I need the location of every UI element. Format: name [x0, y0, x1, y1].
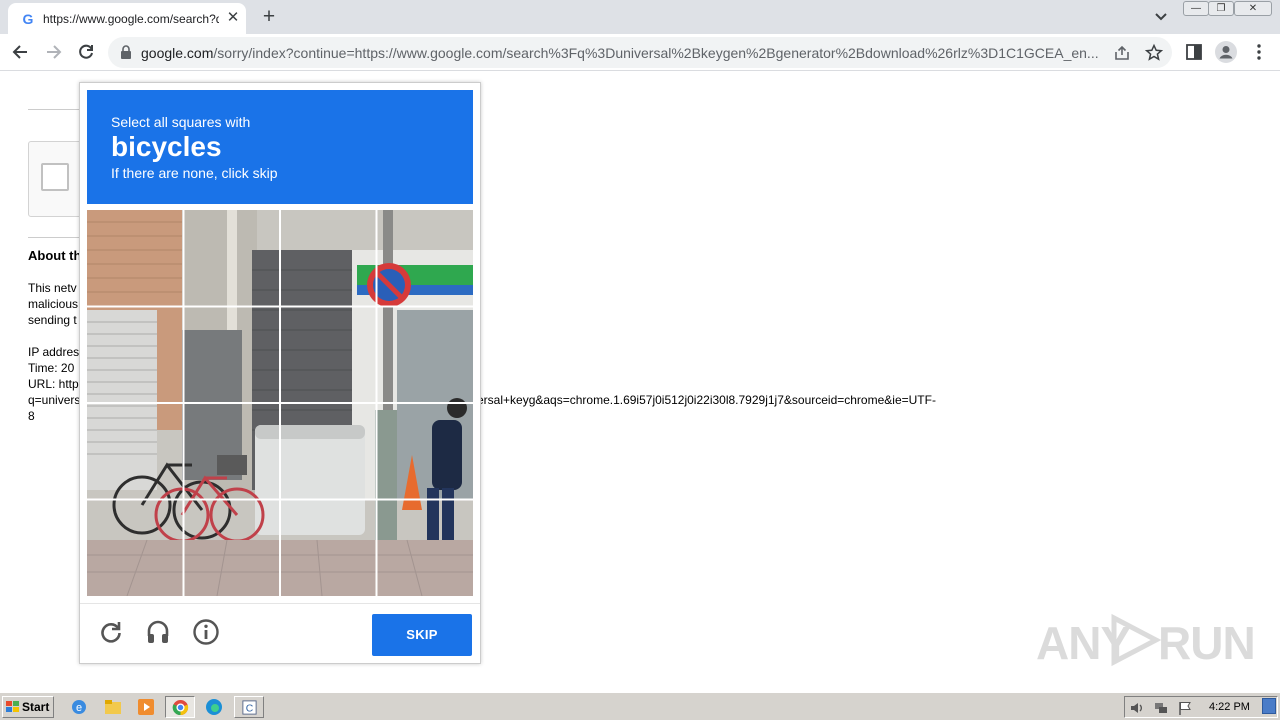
recaptcha-challenge-dialog: Select all squares with bicycles If ther… — [79, 82, 481, 664]
reload-page-icon[interactable] — [76, 42, 96, 62]
chrome-icon — [172, 699, 189, 716]
grid-tile-1-4[interactable] — [377, 210, 473, 306]
url-line-end: 8 — [28, 409, 35, 423]
svg-text:e: e — [76, 702, 82, 714]
back-arrow-icon[interactable] — [11, 42, 31, 62]
reload-icon[interactable] — [97, 618, 125, 646]
tab-search-chevron-icon[interactable] — [1152, 8, 1170, 26]
svg-text:C: C — [246, 703, 254, 714]
ip-address-line: IP addres — [28, 345, 80, 359]
new-tab-button[interactable]: + — [258, 6, 280, 28]
network-icon[interactable] — [1153, 700, 1169, 716]
windows-taskbar: Start e C 4:22 PM — [0, 692, 1280, 720]
grid-tile-2-4[interactable] — [377, 307, 473, 403]
grid-tile-3-4[interactable] — [377, 404, 473, 500]
close-window-button[interactable]: ✕ — [1234, 1, 1272, 16]
profile-avatar-icon[interactable] — [1215, 41, 1237, 63]
time-line: Time: 20 — [28, 361, 75, 375]
grid-tile-1-2[interactable] — [184, 210, 280, 306]
grid-tile-2-1[interactable] — [87, 307, 183, 403]
tab-title: https://www.google.com/search?q= — [43, 12, 219, 26]
grid-tile-3-3[interactable] — [281, 404, 377, 500]
windows-logo-icon — [6, 701, 19, 712]
url-line-continued: q=univers — [28, 393, 81, 407]
file-explorer-icon[interactable] — [104, 698, 122, 716]
edge-icon[interactable] — [205, 698, 223, 716]
grid-tile-3-2[interactable] — [184, 404, 280, 500]
volume-icon[interactable] — [1129, 700, 1145, 716]
lock-icon[interactable] — [120, 45, 132, 59]
grid-tile-2-2[interactable] — [184, 307, 280, 403]
challenge-image-grid — [87, 210, 473, 596]
info-icon[interactable] — [192, 618, 220, 646]
skip-hint-text: If there are none, click skip — [111, 165, 278, 181]
skip-button[interactable]: SKIP — [372, 614, 472, 656]
media-player-icon[interactable] — [137, 698, 155, 716]
about-line: This netv — [28, 281, 77, 295]
action-center-flag-icon[interactable] — [1177, 700, 1193, 716]
grid-tile-4-3[interactable] — [281, 500, 377, 596]
headphones-icon[interactable] — [144, 618, 172, 646]
share-icon[interactable] — [1113, 44, 1131, 62]
target-object-text: bicycles — [111, 131, 222, 162]
start-label: Start — [22, 700, 50, 714]
browser-toolbar: google.com/sorry/index?continue=https://… — [0, 34, 1280, 71]
system-clock[interactable]: 4:22 PM — [1209, 700, 1250, 714]
grid-tile-1-1[interactable] — [87, 210, 183, 306]
challenge-instructions: Select all squares with bicycles If ther… — [87, 90, 473, 204]
address-url[interactable]: google.com/sorry/index?continue=https://… — [141, 44, 1116, 62]
show-desktop-button[interactable] — [1262, 698, 1276, 714]
system-tray: 4:22 PM — [1124, 696, 1278, 718]
url-line: URL: http — [28, 377, 79, 391]
grid-tile-2-3[interactable] — [281, 307, 377, 403]
browser-tab[interactable]: G https://www.google.com/search?q= ✕ — [8, 3, 246, 34]
taskbar-app[interactable]: C — [234, 696, 264, 718]
minimize-window-button[interactable]: — — [1183, 1, 1209, 16]
url-line-continued-end: ersal+keyg&aqs=chrome.1.69i57j0i512j0i22… — [477, 393, 936, 407]
close-tab-icon[interactable]: ✕ — [226, 10, 240, 25]
side-panel-icon[interactable] — [1184, 42, 1204, 62]
grid-tile-4-4[interactable] — [377, 500, 473, 596]
recaptcha-checkbox[interactable] — [41, 163, 69, 191]
play-logo-icon — [1111, 613, 1162, 667]
grid-tile-4-1[interactable] — [87, 500, 183, 596]
grid-tile-4-2[interactable] — [184, 500, 280, 596]
forward-arrow-icon[interactable] — [43, 42, 63, 62]
about-line: malicious — [28, 297, 79, 311]
anyrun-watermark: ANY RUN — [1036, 608, 1256, 670]
grid-tile-1-3[interactable] — [281, 210, 377, 306]
grid-tile-3-1[interactable] — [87, 404, 183, 500]
google-favicon-icon: G — [22, 11, 34, 27]
address-bar[interactable]: google.com/sorry/index?continue=https://… — [108, 37, 1172, 68]
watermark-text-right: RUN — [1158, 617, 1256, 669]
app-window-icon: C — [242, 700, 257, 715]
start-button[interactable]: Start — [2, 696, 54, 718]
taskbar-chrome-app[interactable] — [165, 696, 195, 718]
about-heading: About th — [28, 248, 82, 263]
more-menu-icon[interactable] — [1249, 42, 1269, 62]
bookmark-star-icon[interactable] — [1144, 43, 1164, 63]
instruction-text: Select all squares with — [111, 114, 251, 130]
tab-strip: G https://www.google.com/search?q= ✕ + —… — [0, 0, 1280, 34]
internet-explorer-icon[interactable]: e — [70, 698, 88, 716]
about-line: sending t — [28, 313, 77, 327]
restore-window-button[interactable]: ❐ — [1208, 1, 1234, 16]
challenge-footer: SKIP — [80, 603, 480, 663]
